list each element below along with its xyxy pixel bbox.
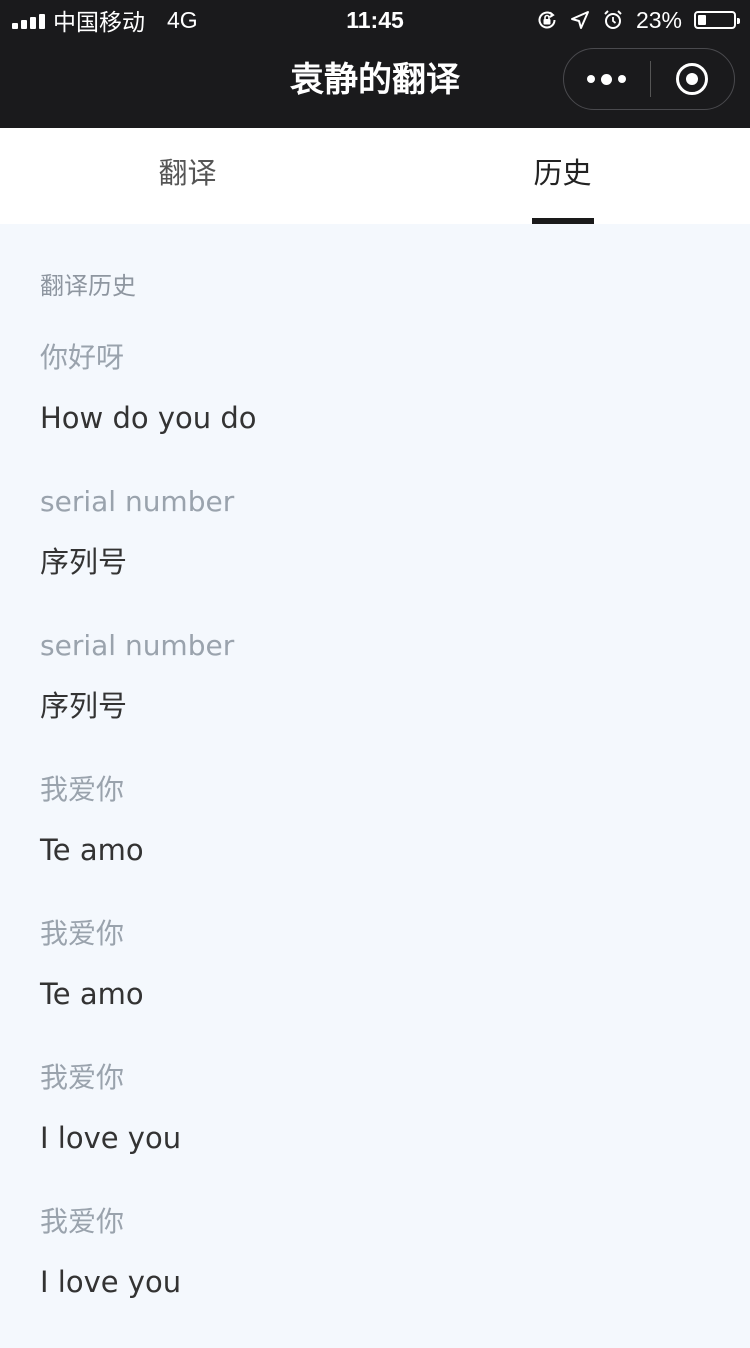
- list-item[interactable]: serial number 序列号: [40, 484, 257, 628]
- source-text: 我爱你: [40, 772, 257, 808]
- list-item[interactable]: serial number 序列号: [40, 628, 257, 772]
- tab-bar: 翻译 历史: [0, 128, 750, 224]
- translation-text: How do you do: [40, 400, 257, 436]
- close-button[interactable]: [651, 49, 735, 109]
- mini-program-capsule: [563, 48, 735, 110]
- list-item[interactable]: 我爱你 I love you: [40, 1060, 257, 1204]
- history-list: 你好呀 How do you do serial number 序列号 seri…: [40, 340, 257, 1348]
- history-content: 翻译历史 你好呀 How do you do serial number 序列号…: [0, 224, 750, 1334]
- battery-icon: [694, 11, 736, 29]
- tab-label: 历史: [533, 156, 591, 190]
- translation-text: I love you: [40, 1264, 257, 1300]
- alarm-clock-icon: [602, 9, 624, 31]
- source-text: 我爱你: [40, 916, 257, 952]
- battery-level: [698, 15, 706, 25]
- target-circle-icon: [676, 63, 708, 95]
- translation-text: Te amo: [40, 976, 257, 1012]
- tab-label: 翻译: [158, 156, 216, 190]
- rotation-lock-icon: [536, 9, 558, 31]
- nav-bar: 袁静的翻译: [0, 40, 750, 128]
- list-item[interactable]: 我爱你 Te amo: [40, 772, 257, 916]
- status-bar: 中国移动 4G 11:45 23%: [0, 0, 750, 40]
- source-text: serial number: [40, 484, 257, 520]
- location-arrow-icon: [570, 10, 590, 30]
- list-item[interactable]: 你好呀 How do you do: [40, 340, 257, 484]
- tab-history[interactable]: 历史: [375, 128, 750, 224]
- translation-text: I love you: [40, 1120, 257, 1156]
- status-right: 23%: [536, 0, 736, 40]
- source-text: 我爱你: [40, 1204, 257, 1240]
- list-item[interactable]: 我爱你 I love you: [40, 1204, 257, 1348]
- section-title: 翻译历史: [40, 266, 136, 301]
- source-text: 你好呀: [40, 340, 257, 376]
- translation-text: 序列号: [40, 544, 257, 580]
- source-text: serial number: [40, 628, 257, 664]
- tab-translate[interactable]: 翻译: [0, 128, 375, 224]
- more-dots-icon: [587, 75, 595, 83]
- battery-percent: 23%: [636, 7, 682, 34]
- source-text: 我爱你: [40, 1060, 257, 1096]
- translation-text: Te amo: [40, 832, 257, 868]
- translation-text: 序列号: [40, 688, 257, 724]
- list-item[interactable]: 我爱你 Te amo: [40, 916, 257, 1060]
- more-button[interactable]: [564, 49, 650, 109]
